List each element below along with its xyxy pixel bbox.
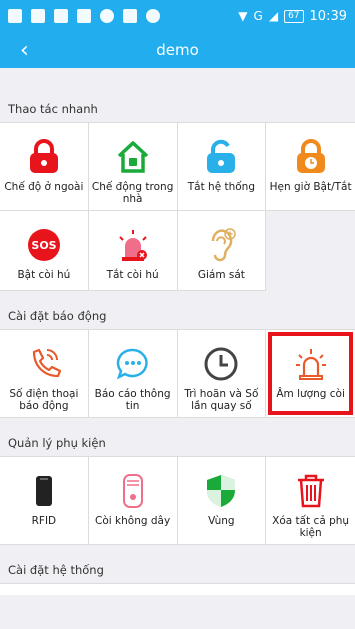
tile-siren-volume[interactable]: Âm lượng còi [266,330,355,418]
lock-timer-icon [293,139,329,175]
rfid-tag-icon [26,473,62,509]
tile-label: Bật còi hú [17,269,71,281]
tile-disarm[interactable]: Tắt hệ thống [177,123,267,211]
page-title: demo [156,41,199,59]
system-icons: ▼ G ◢ 67 10:39 [238,9,347,24]
tile-label: Xóa tất cả phụ kiện [272,515,350,539]
tile-label: Tắt hệ thống [187,181,256,193]
tile-label: Trì hoãn và Số lần quay số [184,388,259,412]
tile-siren-off[interactable]: Tắt còi hú [88,211,178,291]
trash-icon [293,473,329,509]
app-bar: ‹ demo [0,32,355,68]
accessories-grid: RFID Còi không dây Vùng Xóa tất cả phụ k… [0,456,355,545]
tile-delete-all[interactable]: Xóa tất cả phụ kiện [266,457,355,545]
tile-report[interactable]: Báo cáo thông tin [88,330,178,418]
system-settings-grid [0,583,355,595]
clock-icon [203,346,239,382]
tile-siren-on[interactable]: SOS Bật còi hú [0,211,89,291]
tile-zone[interactable]: Vùng [177,457,267,545]
camera-icon [146,9,160,23]
image-icon [54,9,68,23]
network-type: G [253,9,263,23]
back-icon[interactable]: ‹ [20,38,29,63]
tile-label: Còi không dây [95,515,171,527]
wireless-siren-icon [115,473,151,509]
tile-delay[interactable]: Trì hoãn và Số lần quay số [177,330,267,418]
section-title-quick-actions: Thao tác nhanh [0,84,355,122]
sos-text: SOS [31,239,56,252]
phone-ring-icon [26,346,62,382]
tile-label: Chế động trong nhà [91,181,174,205]
tile-alarm-phone[interactable]: Số điện thoại báo động [0,330,89,418]
section-title-system-settings: Cài đặt hệ thống [0,545,355,583]
tile-label: Số điện thoại báo động [9,388,79,412]
tile-rfid[interactable]: RFID [0,457,89,545]
notification-icons [8,9,160,23]
tile-wireless-siren[interactable]: Còi không dây [88,457,178,545]
tile-label: RFID [31,515,57,527]
upload-icon [77,9,91,23]
tile-home-mode[interactable]: Chế động trong nhà [88,123,178,211]
tile-away-mode[interactable]: Chế độ ở ngoài [0,123,89,211]
tile-label: Vùng [208,515,235,527]
section-title-alarm-settings: Cài đặt báo động [0,291,355,329]
highlight-box [268,332,353,415]
tile-label: Giám sát [197,269,245,281]
clock: 10:39 [309,8,347,24]
home-lock-icon [115,139,151,175]
status-bar: ▼ G ◢ 67 10:39 [0,0,355,32]
siren-off-icon [115,227,151,263]
battery-level: 67 [284,9,304,23]
tile-label: Tắt còi hú [106,269,159,281]
tile-label: Hẹn giờ Bật/Tắt [269,181,352,193]
app-icon [123,9,137,23]
tile-schedule[interactable]: Hẹn giờ Bật/Tắt [266,123,355,211]
tile-label: Chế độ ở ngoài [4,181,84,193]
message-icon [31,9,45,23]
lock-open-icon [203,139,239,175]
lock-closed-icon [26,139,62,175]
signal-icon: ◢ [268,9,279,23]
facebook-icon [8,9,22,23]
chat-bubble-icon [115,346,151,382]
section-title-accessories: Quản lý phụ kiện [0,418,355,456]
quick-actions-grid: Chế độ ở ngoài Chế động trong nhà Tắt hệ… [0,122,355,291]
shield-icon [203,473,239,509]
tile-label: Báo cáo thông tin [94,388,171,412]
tile-monitor[interactable]: Giám sát [177,211,267,291]
wifi-icon: ▼ [238,9,248,23]
ear-icon [203,227,239,263]
empty-tile [266,211,355,291]
chrome-icon [100,9,114,23]
alarm-settings-grid: Số điện thoại báo động Báo cáo thông tin… [0,329,355,418]
sos-icon: SOS [26,227,62,263]
